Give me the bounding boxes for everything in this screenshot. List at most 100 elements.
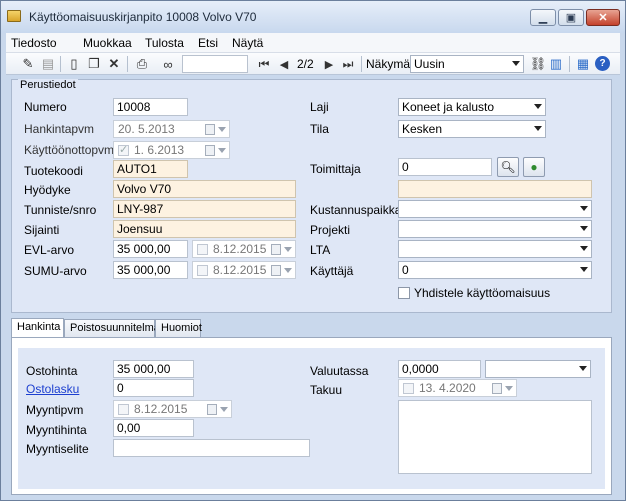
chevron-down-icon — [220, 407, 228, 412]
ostohinta-field[interactable]: 35 000,00 — [113, 360, 194, 378]
save-icon[interactable]: ▤ — [40, 56, 56, 72]
database-icon[interactable]: ▥ — [548, 56, 564, 72]
yhdistele-label[interactable]: Yhdistele käyttöomaisuus — [414, 286, 550, 300]
layout-icon[interactable]: ▦ — [575, 56, 591, 72]
kayttoonottopvm-field[interactable]: 1. 6.2013 — [113, 141, 230, 159]
takuu-field[interactable]: 13. 4.2020 — [398, 379, 517, 397]
evl-field[interactable]: 35 000,00 — [113, 240, 188, 258]
menu-muokkaa[interactable]: Muokkaa — [83, 36, 132, 50]
kayttaja-value: 0 — [402, 263, 409, 277]
sumu-date-field[interactable]: 8.12.2015 — [192, 261, 296, 279]
lta-label: LTA — [310, 243, 331, 257]
projekti-select[interactable] — [398, 220, 592, 238]
view-select[interactable]: Uusin — [410, 55, 524, 73]
laji-label: Laji — [310, 100, 329, 114]
valuutassa-field[interactable]: 0,0000 — [398, 360, 481, 378]
chevron-down-icon — [512, 61, 520, 66]
close-button[interactable]: ✕ — [586, 9, 620, 26]
minimize-button[interactable]: ▁ — [530, 9, 556, 26]
search-input[interactable] — [182, 55, 248, 73]
laji-value: Koneet ja kalusto — [402, 100, 495, 114]
projekti-label: Projekti — [310, 223, 351, 237]
person-icon: ● — [530, 160, 538, 174]
takuu-notes-field[interactable] — [398, 400, 592, 474]
tila-label: Tila — [310, 122, 329, 136]
next-icon[interactable]: ▶ — [321, 56, 337, 72]
myyntihinta-field[interactable]: 0,00 — [113, 419, 194, 437]
prev-icon[interactable]: ◀ — [276, 56, 292, 72]
tab-poistosuunnitelma[interactable]: Poistosuunnitelma — [64, 319, 160, 337]
toimittaja-name-field[interactable] — [398, 180, 592, 198]
minimize-icon: ▁ — [538, 12, 548, 24]
toolbar-separator — [361, 56, 362, 72]
sumu-date-checkbox[interactable] — [197, 265, 208, 276]
tab-hankinta[interactable]: Hankinta — [11, 318, 64, 338]
sijainti-field[interactable]: Joensuu — [113, 220, 296, 238]
takuu-value: 13. 4.2020 — [419, 381, 476, 395]
menu-etsi[interactable]: Etsi — [198, 36, 218, 50]
numero-field[interactable]: 10008 — [113, 98, 188, 116]
valuutassa-label: Valuutassa — [310, 364, 369, 378]
valuutta-select[interactable] — [485, 360, 591, 378]
kayttoonottopvm-checkbox[interactable] — [118, 143, 129, 156]
laji-select[interactable]: Koneet ja kalusto — [398, 98, 546, 116]
toimittaja-field[interactable]: 0 — [398, 158, 492, 176]
ostohinta-label: Ostohinta — [26, 364, 78, 378]
print-icon[interactable]: ⎙ — [134, 56, 150, 72]
edit-icon[interactable]: ✎ — [20, 56, 36, 72]
takuu-checkbox[interactable] — [403, 383, 414, 394]
copy-icon[interactable]: ❐ — [86, 56, 102, 72]
link-icon[interactable]: ⛓ — [530, 56, 547, 72]
search-supplier-button[interactable]: 🔍︎ — [497, 157, 519, 177]
myyntipvm-value: 8.12.2015 — [134, 402, 188, 416]
calendar-icon — [271, 265, 281, 276]
myyntipvm-checkbox[interactable] — [118, 404, 129, 415]
tunniste-field[interactable]: LNY-987 — [113, 200, 296, 218]
tab-huomiot[interactable]: Huomiot — [155, 319, 202, 337]
hyodyke-field[interactable]: Volvo V70 — [113, 180, 296, 198]
binoculars-icon[interactable]: ∞ — [160, 56, 176, 72]
tuotekoodi-field[interactable]: AUTO1 — [113, 160, 188, 178]
menu-tulosta[interactable]: Tulosta — [145, 36, 184, 50]
chevron-down-icon — [284, 268, 292, 273]
chevron-down-icon — [218, 148, 226, 153]
new-icon[interactable]: ▯ — [66, 56, 82, 72]
delete-icon[interactable]: ✕ — [106, 56, 122, 72]
page-indicator: 2/2 — [297, 57, 314, 71]
tila-select[interactable]: Kesken — [398, 120, 546, 138]
kustannuspaikka-label: Kustannuspaikka — [310, 203, 402, 217]
lta-select[interactable] — [398, 240, 592, 258]
hankintapvm-label: Hankintapvm — [24, 122, 95, 136]
hankintapvm-field[interactable]: 20. 5.2013 — [113, 120, 230, 138]
supplier-card-button[interactable]: ● — [523, 157, 545, 177]
takuu-label: Takuu — [310, 383, 343, 397]
first-icon[interactable]: ⏮ — [256, 56, 272, 72]
evl-date-checkbox[interactable] — [197, 244, 208, 255]
chevron-down-icon — [580, 246, 588, 251]
kayttaja-select[interactable]: 0 — [398, 261, 592, 279]
chevron-down-icon — [580, 206, 588, 211]
help-icon[interactable]: ? — [595, 56, 610, 71]
app-window: Käyttöomaisuuskirjanpito 10008 Volvo V70… — [0, 0, 626, 501]
chevron-down-icon — [534, 126, 542, 131]
kustannuspaikka-select[interactable] — [398, 200, 592, 218]
myyntiselite-field[interactable] — [113, 439, 310, 457]
close-icon: ✕ — [598, 12, 608, 24]
evl-date-value: 8.12.2015 — [213, 242, 267, 256]
sumu-field[interactable]: 35 000,00 — [113, 261, 188, 279]
menu-tiedosto[interactable]: Tiedosto — [11, 36, 57, 50]
myyntipvm-field[interactable]: 8.12.2015 — [113, 400, 232, 418]
evl-date-field[interactable]: 8.12.2015 — [192, 240, 296, 258]
ostolasku-link[interactable]: Ostolasku — [26, 382, 79, 396]
ostolasku-field[interactable]: 0 — [113, 379, 194, 397]
menu-nayta[interactable]: Näytä — [232, 36, 263, 50]
maximize-button[interactable]: ▣ — [558, 9, 584, 26]
kayttaja-label: Käyttäjä — [310, 264, 354, 278]
toolbar-separator — [60, 56, 61, 72]
evl-label: EVL-arvo — [24, 243, 75, 257]
title-bar[interactable]: Käyttöomaisuuskirjanpito 10008 Volvo V70… — [1, 1, 625, 33]
calendar-icon — [492, 383, 502, 394]
yhdistele-checkbox[interactable] — [398, 287, 410, 299]
last-icon[interactable]: ⏭ — [340, 56, 356, 72]
chevron-down-icon — [580, 226, 588, 231]
